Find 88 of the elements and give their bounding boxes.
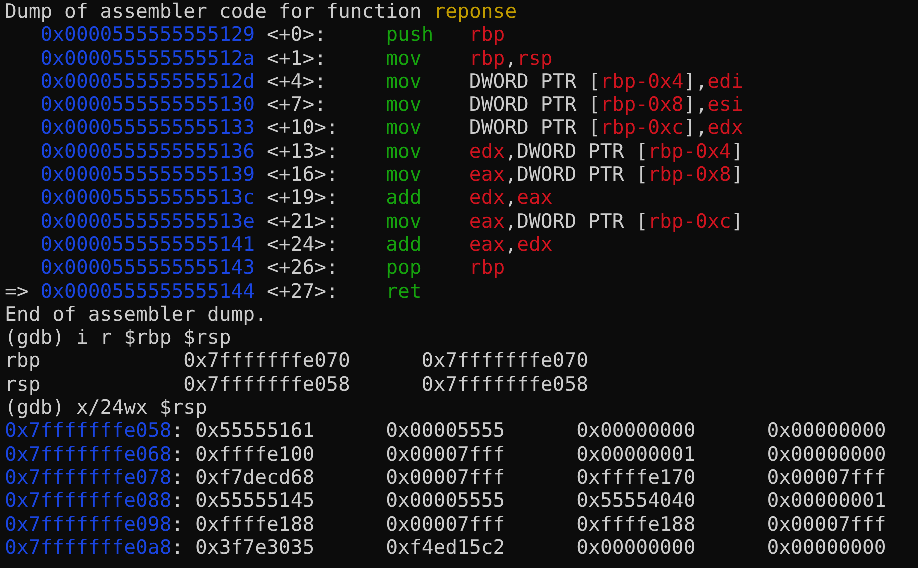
offset-text: <+10>: (266, 116, 338, 140)
register-value: 0x7fffffffe058 (422, 372, 589, 396)
memory-word: 0x00000000 (576, 536, 696, 559)
command-text: (gdb) i r $rbp $rsp (5, 326, 232, 350)
offset-text: <+16>: (266, 163, 338, 186)
operand-text: rbp (469, 23, 506, 47)
register-value: 0x7fffffffe070 (422, 349, 589, 372)
memory-address: 0x7fffffffe078: (5, 466, 184, 489)
mnemonic-text: ret (386, 280, 422, 303)
offset-text: <+24>: (266, 232, 338, 256)
mnemonic-text: mov (386, 210, 422, 233)
mnemonic-text: mov (386, 93, 422, 116)
mnemonic-text: mov (386, 46, 422, 70)
memory-word: 0x00000000 (767, 419, 886, 442)
memory-word: 0x00000000 (767, 442, 886, 466)
address-text: 0x000055555555512d (40, 70, 256, 93)
mnemonic-text: push (386, 23, 434, 46)
memory-word: 0x00000000 (767, 536, 886, 559)
address-text: 0x000055555555512a (40, 46, 256, 70)
memory-word: 0x00005555 (386, 419, 506, 442)
address-text: 0x0000555555555136 (40, 140, 256, 163)
offset-text: <+26>: (266, 256, 338, 280)
heading-text: Dump of assembler code for function reponse (5, 0, 518, 24)
memory-address: 0x7fffffffe058: (5, 419, 184, 442)
address-text: 0x0000555555555139 (40, 163, 256, 186)
memory-word: 0xffffe100 (196, 442, 315, 466)
command-text: (gdb) x/24wx $rsp (5, 396, 208, 420)
output-text: End of assembler dump. (5, 302, 268, 326)
address-text: 0x0000555555555130 (40, 93, 256, 116)
mnemonic-text: mov (386, 163, 422, 186)
address-text: 0x000055555555513c (40, 186, 256, 210)
mnemonic-text: add (386, 232, 422, 256)
memory-word: 0x55554040 (576, 489, 696, 512)
mnemonic-text: mov (386, 116, 422, 140)
register-name: rsp (5, 372, 41, 396)
offset-text: <+7>: (266, 93, 327, 116)
memory-word: 0x55555161 (196, 419, 315, 442)
memory-word: 0x00000001 (767, 489, 886, 512)
memory-word: 0xffffe170 (576, 466, 696, 489)
register-value: 0x7fffffffe070 (184, 349, 350, 372)
operand-text: edx,eax (469, 186, 553, 210)
memory-word: 0x00007fff (386, 442, 506, 466)
memory-address: 0x7fffffffe098: (5, 512, 184, 536)
memory-word: 0xffffe188 (196, 512, 315, 536)
current-line-marker: => (5, 280, 29, 303)
address-text: 0x0000555555555141 (40, 232, 256, 256)
operand-text: rbp (469, 256, 506, 280)
operand-text: DWORD PTR [rbp-0x4],edi (469, 70, 744, 94)
memory-word: 0x00000001 (576, 442, 696, 466)
offset-text: <+19>: (266, 186, 338, 210)
memory-word: 0x55555145 (196, 489, 315, 512)
operand-text: rbp,rsp (469, 46, 553, 70)
memory-word: 0xf7decd68 (196, 466, 315, 489)
operand-text: DWORD PTR [rbp-0x8],esi (469, 93, 744, 116)
mnemonic-text: pop (386, 256, 422, 280)
mnemonic-text: add (386, 186, 422, 210)
memory-address: 0x7fffffffe0a8: (5, 536, 184, 559)
mnemonic-text: mov (386, 140, 422, 163)
operand-text: eax,DWORD PTR [rbp-0x8] (469, 163, 744, 186)
address-text: 0x0000555555555143 (40, 256, 256, 280)
address-text: 0x0000555555555129 (40, 23, 256, 46)
memory-word: 0x00007fff (767, 512, 886, 536)
operand-text: DWORD PTR [rbp-0xc],edx (469, 116, 744, 140)
operand-text: eax,edx (469, 232, 553, 256)
memory-address: 0x7fffffffe088: (5, 489, 184, 512)
memory-word: 0x3f7e3035 (196, 536, 315, 559)
operand-text: eax,DWORD PTR [rbp-0xc] (469, 210, 744, 233)
memory-word: 0xf4ed15c2 (386, 536, 506, 559)
memory-word: 0x00000000 (576, 419, 696, 442)
address-text: 0x0000555555555133 (40, 116, 256, 140)
memory-word: 0x00007fff (767, 466, 886, 489)
offset-text: <+13>: (266, 140, 338, 163)
memory-word: 0x00007fff (386, 512, 506, 536)
memory-address: 0x7fffffffe068: (5, 442, 184, 466)
memory-word: 0xffffe188 (576, 512, 696, 536)
address-text: 0x000055555555513e (40, 210, 256, 233)
offset-text: <+0>: (266, 23, 327, 46)
offset-text: <+4>: (266, 70, 327, 93)
memory-word: 0x00005555 (386, 489, 506, 512)
memory-word: 0x00007fff (386, 466, 506, 489)
mnemonic-text: mov (386, 70, 422, 93)
offset-text: <+1>: (266, 46, 327, 70)
address-text: 0x0000555555555144 (40, 280, 256, 303)
register-name: rbp (5, 349, 41, 372)
offset-text: <+21>: (266, 210, 338, 233)
operand-text: edx,DWORD PTR [rbp-0x4] (469, 140, 744, 164)
offset-text: <+27>: (266, 280, 338, 303)
register-value: 0x7fffffffe058 (184, 372, 350, 396)
